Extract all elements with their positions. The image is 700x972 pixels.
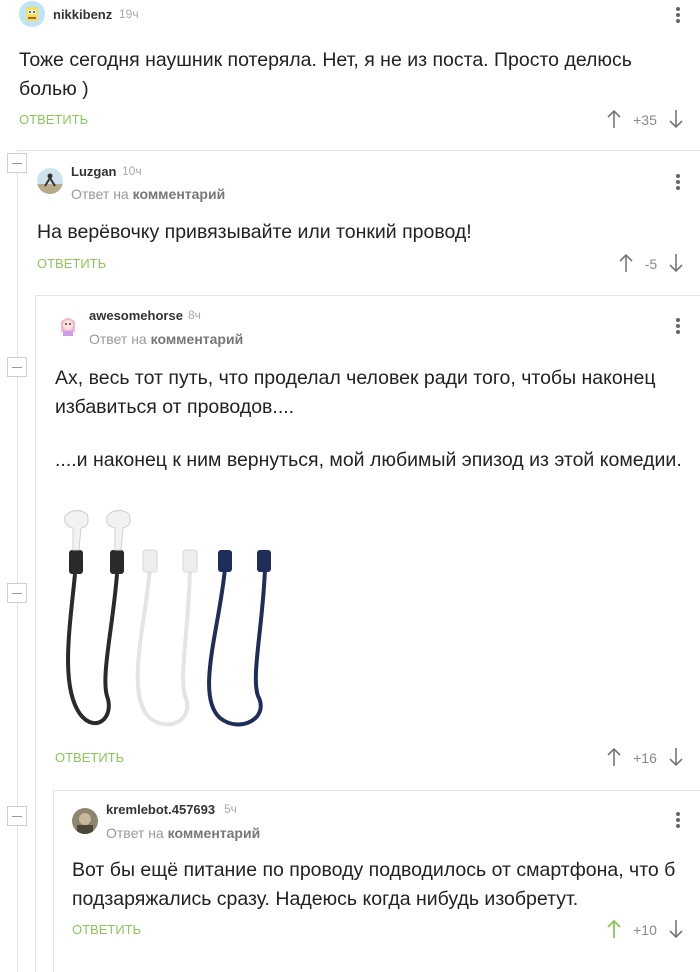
- reply-prefix: Ответ на: [106, 825, 164, 841]
- reply-button[interactable]: ответить: [55, 750, 124, 765]
- avatar[interactable]: [37, 168, 63, 194]
- more-icon[interactable]: [675, 316, 681, 336]
- downvote-icon[interactable]: [668, 109, 684, 129]
- thread-line: [35, 295, 36, 972]
- timestamp: 8ч: [188, 308, 201, 322]
- downvote-icon[interactable]: [668, 919, 684, 939]
- comment-text: Вот бы ещё питание по проводу подводилос…: [72, 859, 676, 910]
- reply-to-info: Ответ на комментарий: [89, 331, 243, 347]
- comment-image[interactable]: [55, 506, 285, 734]
- comment-text: Ах, весь тот путь, что проделал человек …: [55, 367, 656, 418]
- more-icon[interactable]: [675, 172, 681, 192]
- upvote-icon[interactable]: [606, 919, 622, 939]
- reply-to-info: Ответ на комментарий: [71, 186, 225, 202]
- rating-score: +10: [633, 922, 657, 938]
- thread-line: [17, 150, 18, 972]
- upvote-icon[interactable]: [618, 253, 634, 273]
- reply-button[interactable]: ответить: [19, 112, 88, 127]
- avatar[interactable]: [72, 808, 98, 834]
- timestamp: 5ч: [224, 802, 237, 816]
- collapse-icon[interactable]: [7, 806, 27, 826]
- thread-line: [17, 150, 700, 151]
- reply-target-link[interactable]: комментарий: [133, 186, 226, 202]
- rating-score: +16: [633, 750, 657, 766]
- collapse-icon[interactable]: [7, 357, 27, 377]
- upvote-icon[interactable]: [606, 109, 622, 129]
- rating-score: +35: [633, 112, 657, 128]
- username[interactable]: kremlebot.457693: [106, 802, 215, 817]
- reply-target-link[interactable]: комментарий: [151, 331, 244, 347]
- rating-score: -5: [644, 256, 658, 272]
- thread-line: [35, 295, 700, 296]
- more-icon[interactable]: [675, 810, 681, 830]
- comment-text: На верёвочку привязывайте или тонкий про…: [37, 221, 472, 243]
- comment-text: ....и наконец к ним вернуться, мой любим…: [55, 449, 682, 471]
- thread-line: [53, 790, 54, 972]
- downvote-icon[interactable]: [668, 253, 684, 273]
- upvote-icon[interactable]: [606, 747, 622, 767]
- downvote-icon[interactable]: [668, 747, 684, 767]
- reply-button[interactable]: ответить: [37, 256, 106, 271]
- collapse-icon[interactable]: [7, 153, 27, 173]
- thread-line: [53, 790, 700, 791]
- username[interactable]: awesomehorse: [89, 308, 183, 323]
- username[interactable]: Luzgan: [71, 164, 117, 179]
- reply-prefix: Ответ на: [71, 186, 129, 202]
- reply-target-link[interactable]: комментарий: [168, 825, 261, 841]
- reply-to-info: Ответ на комментарий: [106, 825, 260, 841]
- collapse-icon[interactable]: [7, 583, 27, 603]
- comment-text: Тоже сегодня наушник потеряла. Нет, я не…: [19, 49, 632, 100]
- avatar[interactable]: [19, 1, 45, 27]
- reply-button[interactable]: ответить: [72, 922, 141, 937]
- reply-prefix: Ответ на: [89, 331, 147, 347]
- username[interactable]: nikkibenz: [53, 7, 112, 22]
- more-icon[interactable]: [675, 5, 681, 25]
- timestamp: 19ч: [119, 7, 139, 21]
- timestamp: 10ч: [122, 164, 142, 178]
- avatar[interactable]: [55, 312, 81, 338]
